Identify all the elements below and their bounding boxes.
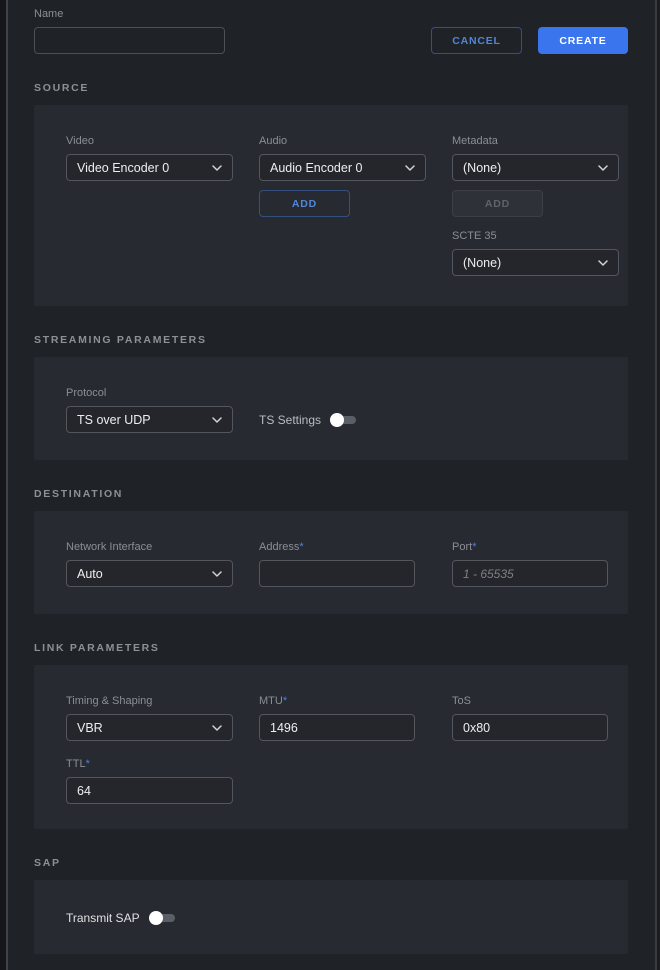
destination-section-title: DESTINATION bbox=[34, 488, 628, 500]
video-label: Video bbox=[66, 135, 259, 148]
add-audio-button[interactable]: ADD bbox=[259, 190, 350, 217]
scte35-select-value: (None) bbox=[463, 256, 501, 270]
required-asterisk: * bbox=[299, 541, 303, 553]
video-select[interactable]: Video Encoder 0 bbox=[66, 154, 233, 181]
toggle-knob bbox=[330, 413, 344, 427]
create-stream-form: Name CANCEL CREATE SOURCE Video Video En… bbox=[34, 0, 628, 954]
protocol-label: Protocol bbox=[66, 387, 259, 400]
chevron-down-icon bbox=[212, 417, 222, 423]
timing-select[interactable]: VBR bbox=[66, 714, 233, 741]
ttl-label: TTL* bbox=[66, 758, 628, 771]
chevron-down-icon bbox=[598, 260, 608, 266]
cancel-button[interactable]: CANCEL bbox=[431, 27, 522, 54]
sap-section-title: SAP bbox=[34, 857, 628, 869]
ts-settings-label: TS Settings bbox=[259, 413, 321, 427]
name-label: Name bbox=[34, 8, 225, 21]
chevron-down-icon bbox=[212, 165, 222, 171]
metadata-select[interactable]: (None) bbox=[452, 154, 619, 181]
required-asterisk: * bbox=[472, 541, 476, 553]
video-field-group: Video Video Encoder 0 bbox=[66, 135, 259, 276]
required-asterisk: * bbox=[283, 695, 287, 707]
network-interface-select-value: Auto bbox=[77, 567, 103, 581]
tos-input[interactable] bbox=[452, 714, 608, 741]
window-left-border bbox=[6, 0, 8, 970]
network-interface-select[interactable]: Auto bbox=[66, 560, 233, 587]
form-header-row: Name CANCEL CREATE bbox=[34, 0, 628, 54]
scte35-label: SCTE 35 bbox=[452, 230, 628, 243]
create-button[interactable]: CREATE bbox=[538, 27, 628, 54]
chevron-down-icon bbox=[598, 165, 608, 171]
ts-settings-row: TS Settings bbox=[259, 406, 452, 433]
audio-label: Audio bbox=[259, 135, 452, 148]
mtu-field-group: MTU* bbox=[259, 695, 452, 741]
ttl-field-group: TTL* bbox=[66, 758, 628, 804]
required-asterisk: * bbox=[86, 758, 90, 770]
address-field-group: Address* bbox=[259, 541, 452, 587]
transmit-sap-label: Transmit SAP bbox=[66, 911, 140, 925]
transmit-sap-toggle[interactable] bbox=[149, 911, 175, 925]
metadata-label: Metadata bbox=[452, 135, 628, 148]
form-actions: CANCEL CREATE bbox=[431, 27, 628, 54]
metadata-field-group: Metadata (None) ADD SCTE 35 (None) bbox=[452, 135, 628, 276]
video-select-value: Video Encoder 0 bbox=[77, 161, 169, 175]
streaming-panel: Protocol TS over UDP TS Settings bbox=[34, 357, 628, 460]
port-label: Port* bbox=[452, 541, 628, 554]
chevron-down-icon bbox=[212, 725, 222, 731]
port-input[interactable] bbox=[452, 560, 608, 587]
chevron-down-icon bbox=[212, 571, 222, 577]
tos-field-group: ToS bbox=[452, 695, 628, 741]
link-panel: Timing & Shaping VBR MTU* ToS TTL* bbox=[34, 665, 628, 829]
audio-field-group: Audio Audio Encoder 0 ADD bbox=[259, 135, 452, 276]
name-input[interactable] bbox=[34, 27, 225, 54]
timing-field-group: Timing & Shaping VBR bbox=[66, 695, 259, 741]
sap-panel: Transmit SAP bbox=[34, 880, 628, 954]
scrollbar-track[interactable] bbox=[655, 0, 657, 970]
protocol-select[interactable]: TS over UDP bbox=[66, 406, 233, 433]
metadata-select-value: (None) bbox=[463, 161, 501, 175]
add-metadata-button-disabled[interactable]: ADD bbox=[452, 190, 543, 217]
network-interface-label: Network Interface bbox=[66, 541, 259, 554]
protocol-field-group: Protocol TS over UDP bbox=[66, 387, 259, 433]
mtu-label: MTU* bbox=[259, 695, 452, 708]
timing-select-value: VBR bbox=[77, 721, 103, 735]
name-field-group: Name bbox=[34, 8, 225, 54]
audio-select[interactable]: Audio Encoder 0 bbox=[259, 154, 426, 181]
address-input[interactable] bbox=[259, 560, 415, 587]
link-section-title: LINK PARAMETERS bbox=[34, 642, 628, 654]
source-panel: Video Video Encoder 0 Audio Audio Encode… bbox=[34, 105, 628, 306]
scte35-field-group: SCTE 35 (None) bbox=[452, 230, 628, 276]
source-section-title: SOURCE bbox=[34, 82, 628, 94]
toggle-knob bbox=[149, 911, 163, 925]
streaming-section-title: STREAMING PARAMETERS bbox=[34, 334, 628, 346]
audio-select-value: Audio Encoder 0 bbox=[270, 161, 362, 175]
transmit-sap-row: Transmit SAP bbox=[66, 904, 628, 931]
address-label: Address* bbox=[259, 541, 452, 554]
port-field-group: Port* bbox=[452, 541, 628, 587]
protocol-select-value: TS over UDP bbox=[77, 413, 151, 427]
chevron-down-icon bbox=[405, 165, 415, 171]
ttl-input[interactable] bbox=[66, 777, 233, 804]
tos-label: ToS bbox=[452, 695, 628, 708]
mtu-input[interactable] bbox=[259, 714, 415, 741]
timing-label: Timing & Shaping bbox=[66, 695, 259, 708]
ts-settings-toggle[interactable] bbox=[330, 413, 356, 427]
destination-panel: Network Interface Auto Address* Port* bbox=[34, 511, 628, 614]
scte35-select[interactable]: (None) bbox=[452, 249, 619, 276]
network-interface-field-group: Network Interface Auto bbox=[66, 541, 259, 587]
